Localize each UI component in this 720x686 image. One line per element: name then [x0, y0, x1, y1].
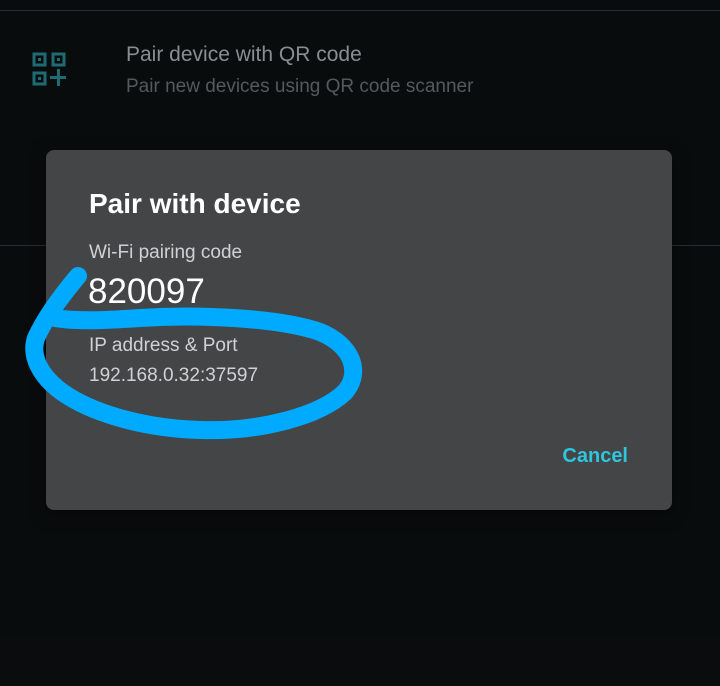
pair-with-device-dialog: Pair with device Wi-Fi pairing code 8200… — [46, 150, 672, 510]
ip-address-label: IP address & Port — [89, 335, 238, 356]
ip-address-value: 192.168.0.32:37597 — [89, 365, 259, 386]
dialog-title: Pair with device — [89, 188, 301, 219]
pairing-code-value: 820097 — [88, 272, 205, 311]
cancel-button[interactable]: Cancel — [562, 445, 628, 468]
pairing-code-label: Wi-Fi pairing code — [89, 242, 243, 263]
